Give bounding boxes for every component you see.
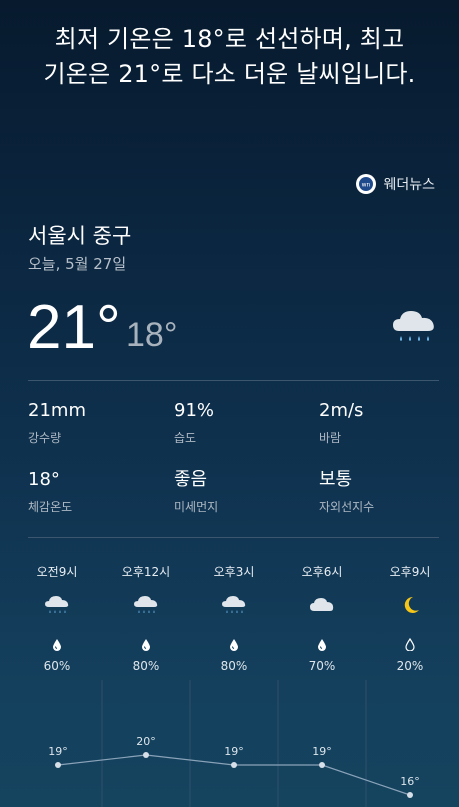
provider-name: 웨더뉴스 (383, 177, 435, 193)
cloud-rain-icon (199, 594, 269, 620)
hourly-item[interactable]: 오후6시 70% (287, 563, 357, 673)
raindrop-icon (199, 638, 269, 651)
headline-line-1: 최저 기온은 18°로 선선하며, 최고 (54, 25, 405, 53)
stat-label: 미세먼지 (174, 500, 219, 514)
location-name[interactable]: 서울시 중구 (28, 220, 131, 250)
cloud-rain-icon (22, 594, 92, 620)
temperature-line (57, 754, 411, 796)
raindrop-icon (111, 638, 181, 651)
hour-label: 오후12시 (121, 565, 171, 579)
stat-precipitation: 21mm 강수량 (28, 399, 148, 446)
temperature-point (143, 752, 149, 758)
stat-label: 바람 (319, 431, 342, 445)
temperature-label: 16° (400, 775, 420, 788)
stat-value: 21mm (28, 400, 86, 421)
moon-icon (375, 594, 445, 620)
hour-label: 오후6시 (301, 565, 343, 579)
temperature-point (55, 762, 61, 768)
weathernews-logo-icon: wn (356, 174, 377, 194)
precip-chance: 80% (132, 659, 160, 673)
stat-feels-like: 18° 체감온도 (28, 468, 148, 515)
stat-humidity: 91% 습도 (174, 399, 294, 446)
raindrop-icon (375, 638, 445, 651)
temperature-label: 19° (48, 745, 68, 758)
weather-summary-headline: 최저 기온은 18°로 선선하며, 최고 기온은 21°로 다소 더운 날씨입니… (0, 22, 459, 92)
stat-uv-index: 보통 자외선지수 (319, 468, 439, 515)
high-temperature: 21° (27, 293, 121, 362)
temperature-point (407, 792, 413, 798)
svg-text:wn: wn (362, 182, 371, 189)
hour-label: 오후3시 (213, 565, 255, 579)
precip-chance: 80% (220, 659, 248, 673)
stat-value: 18° (28, 469, 60, 490)
stat-value: 좋음 (174, 469, 208, 490)
hourly-item[interactable]: 오후3시 80% (199, 563, 269, 673)
stat-label: 습도 (174, 431, 197, 445)
section-divider (28, 537, 439, 538)
cloud-rain-icon (111, 594, 181, 620)
stat-value: 보통 (319, 469, 353, 490)
section-divider (28, 380, 439, 381)
low-temperature: 18° (126, 316, 178, 354)
headline-line-2: 기온은 21°로 다소 더운 날씨입니다. (43, 60, 416, 88)
cloud-rain-icon (389, 305, 439, 347)
precip-chance: 70% (308, 659, 336, 673)
hour-label: 오전9시 (36, 565, 78, 579)
stat-value: 91% (174, 400, 215, 421)
hourly-temperature-graph: 19° 20° 19° 19° 16° (48, 680, 420, 807)
cloud-icon (287, 594, 357, 620)
stat-value: 2m/s (319, 400, 364, 421)
provider-brand[interactable]: wn 웨더뉴스 (356, 174, 435, 194)
hourly-item[interactable]: 오후12시 80% (111, 563, 181, 673)
precip-chance: 60% (43, 659, 71, 673)
hourly-item[interactable]: 오전9시 60% (22, 563, 92, 673)
temperature-point (231, 762, 237, 768)
stat-label: 강수량 (28, 431, 62, 445)
raindrop-icon (22, 638, 92, 651)
raindrop-icon (287, 638, 357, 651)
stat-label: 자외선지수 (319, 500, 375, 514)
temperature-label: 19° (224, 745, 244, 758)
stat-fine-dust: 좋음 미세먼지 (174, 468, 294, 515)
hour-label: 오후9시 (389, 565, 431, 579)
precip-chance: 20% (396, 659, 424, 673)
hourly-item[interactable]: 오후9시 20% (375, 563, 445, 673)
stat-wind: 2m/s 바람 (319, 399, 439, 446)
stat-label: 체감온도 (28, 500, 73, 514)
temperature-label: 19° (312, 745, 332, 758)
temperature-point (319, 762, 325, 768)
temperature-label: 20° (136, 735, 156, 748)
forecast-date: 오늘, 5월 27일 (28, 255, 127, 273)
